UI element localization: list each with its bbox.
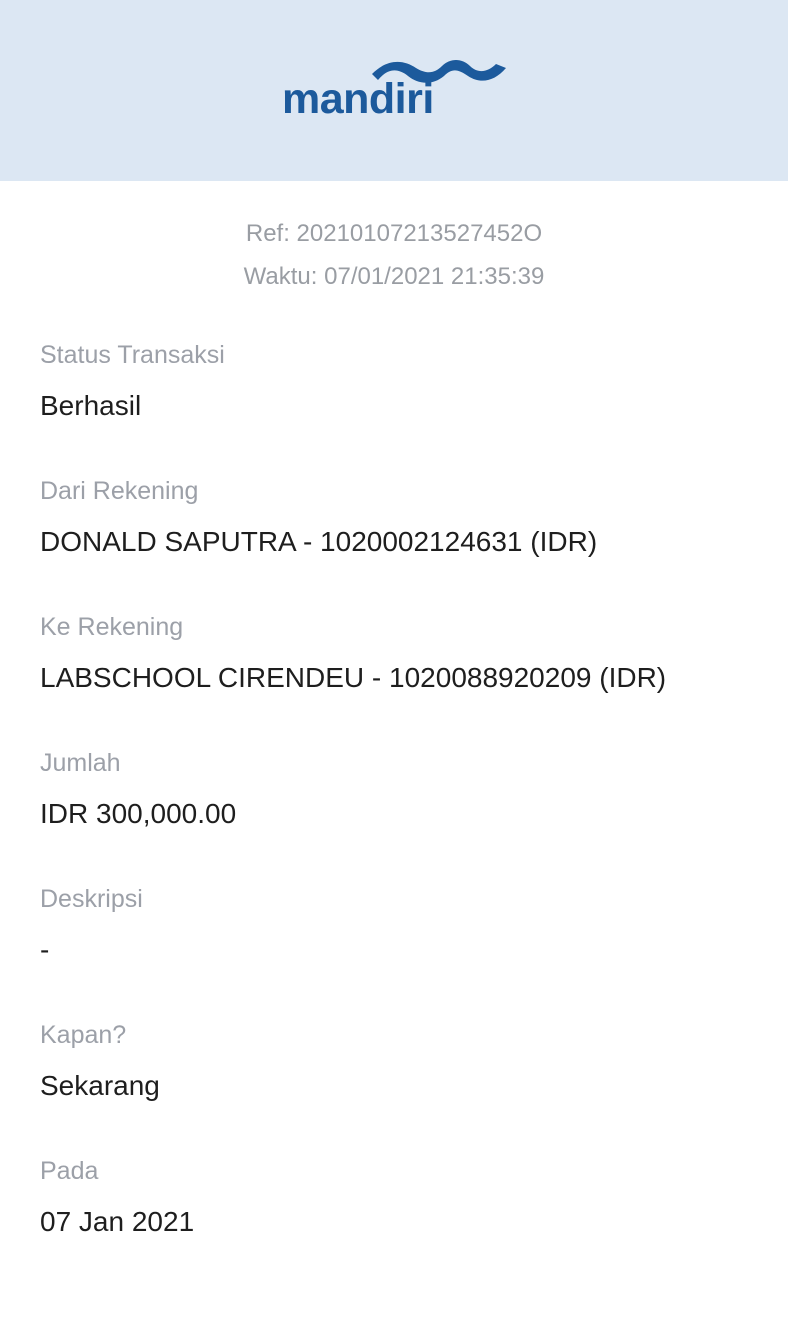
detail-value: 07 Jan 2021 <box>40 1206 195 1237</box>
brand-name: mandiri <box>282 75 434 123</box>
detail-label: Deskripsi <box>40 885 143 913</box>
detail-label: Dari Rekening <box>40 477 199 505</box>
detail-label: Ke Rekening <box>40 613 184 641</box>
reference-number: Ref: 20210107213527452O <box>245 220 543 247</box>
detail-value: - <box>40 934 50 965</box>
detail-value: LABSCHOOL CIRENDEU - 1020088920209 (IDR) <box>40 662 667 693</box>
bank-logo: mandiri <box>282 56 508 122</box>
detail-value: IDR 300,000.00 <box>40 798 237 829</box>
detail-description: Deskripsi - <box>40 884 760 967</box>
detail-value: Sekarang <box>40 1070 160 1101</box>
detail-status: Status Transaksi Berhasil <box>40 340 760 423</box>
detail-label: Pada <box>40 1157 99 1185</box>
detail-label: Kapan? <box>40 1021 127 1049</box>
detail-from-account: Dari Rekening DONALD SAPUTRA - 102000212… <box>40 476 760 559</box>
detail-date: Pada 07 Jan 2021 <box>40 1156 760 1239</box>
receipt-header: mandiri <box>0 0 788 181</box>
detail-value: DONALD SAPUTRA - 1020002124631 (IDR) <box>40 526 598 557</box>
detail-label: Jumlah <box>40 749 121 777</box>
transaction-time: Waktu: 07/01/2021 21:35:39 <box>243 263 545 290</box>
transaction-receipt: mandiri Ref: 20210107213527452O Waktu: 0… <box>0 0 788 1331</box>
detail-when: Kapan? Sekarang <box>40 1020 760 1103</box>
detail-to-account: Ke Rekening LABSCHOOL CIRENDEU - 1020088… <box>40 612 760 695</box>
detail-label: Status Transaksi <box>40 341 225 369</box>
reference-info: Ref: 20210107213527452O Waktu: 07/01/202… <box>0 212 788 298</box>
detail-amount: Jumlah IDR 300,000.00 <box>40 748 760 831</box>
detail-value: Berhasil <box>40 390 142 421</box>
